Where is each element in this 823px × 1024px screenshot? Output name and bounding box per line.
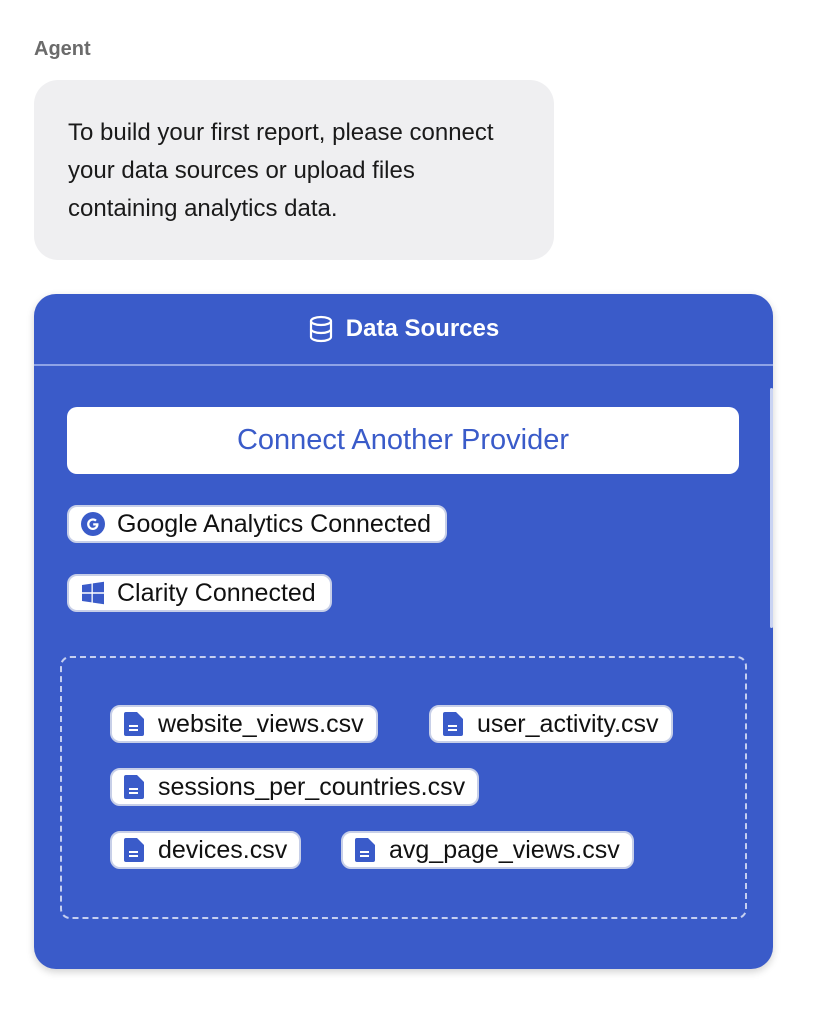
file-icon (124, 712, 144, 736)
database-icon (308, 315, 334, 343)
file-icon (124, 838, 144, 862)
scrollbar[interactable] (770, 388, 773, 628)
windows-icon (81, 581, 105, 605)
google-icon (81, 512, 105, 536)
file-dropzone[interactable]: website_views.csv user_activity.csv sess… (60, 656, 747, 919)
file-name: avg_page_views.csv (389, 835, 620, 864)
file-name: devices.csv (158, 835, 288, 864)
file-chip[interactable]: website_views.csv (110, 705, 378, 743)
file-name: website_views.csv (158, 709, 364, 738)
panel-header: Data Sources (34, 294, 773, 366)
provider-label: Clarity Connected (117, 578, 316, 607)
file-name: sessions_per_countries.csv (158, 772, 466, 801)
message-text: To build your first report, please conne… (68, 119, 494, 222)
file-icon (443, 712, 463, 736)
file-icon (355, 838, 375, 862)
provider-label: Google Analytics Connected (117, 509, 432, 538)
message-bubble: To build your first report, please conne… (34, 80, 554, 260)
file-chip[interactable]: sessions_per_countries.csv (110, 768, 480, 806)
file-chip[interactable]: devices.csv (110, 831, 302, 869)
file-chip[interactable]: avg_page_views.csv (341, 831, 634, 869)
file-icon (124, 775, 144, 799)
sender-name: Agent (34, 38, 91, 60)
data-sources-panel: Data Sources Connect Another Provider Go… (34, 294, 773, 969)
file-name: user_activity.csv (477, 709, 659, 738)
panel-title: Data Sources (345, 315, 500, 342)
file-chip[interactable]: user_activity.csv (429, 705, 673, 743)
provider-chip-google-analytics[interactable]: Google Analytics Connected (67, 505, 448, 543)
connect-provider-button[interactable]: Connect Another Provider (67, 407, 739, 474)
provider-chip-clarity[interactable]: Clarity Connected (67, 574, 332, 612)
